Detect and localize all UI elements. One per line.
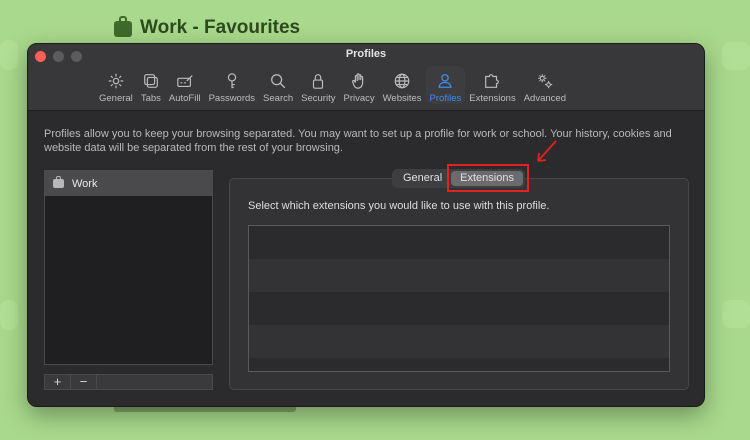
tab-general[interactable]: General: [95, 66, 137, 104]
list-item: [249, 226, 669, 259]
segment-general[interactable]: General: [394, 171, 451, 186]
tab-websites[interactable]: Websites: [379, 66, 426, 104]
tab-advanced-label: Advanced: [523, 93, 566, 104]
search-icon: [271, 74, 286, 89]
tab-extensions[interactable]: Extensions: [465, 66, 519, 104]
tab-security[interactable]: Security: [297, 66, 339, 104]
background-window-title: Work - Favourites: [114, 16, 301, 39]
tab-advanced[interactable]: Advanced: [520, 66, 570, 104]
tab-search-label: Search: [263, 93, 294, 104]
globe-icon: [394, 73, 410, 89]
extensions-prompt: Select which extensions you would like t…: [248, 200, 550, 212]
list-item: [249, 325, 669, 358]
profile-list-footer: + −: [44, 374, 213, 390]
annotation-highlight-box: [447, 164, 529, 192]
puzzle-icon: [485, 74, 500, 88]
gears-icon: [538, 74, 553, 89]
briefcase-icon: [53, 176, 64, 188]
tab-profiles-label: Profiles: [429, 93, 462, 104]
window-title: Profiles: [345, 48, 387, 60]
profiles-window: Profiles General Tabs AutoFill Passwords…: [27, 43, 705, 407]
tab-privacy-label: Privacy: [343, 93, 375, 104]
add-profile-button[interactable]: +: [45, 375, 71, 389]
tab-websites-label: Websites: [382, 93, 422, 104]
key-icon: [227, 73, 236, 89]
tab-autofill[interactable]: AutoFill: [165, 66, 205, 104]
profile-list[interactable]: Work: [44, 170, 213, 365]
tab-passwords[interactable]: Passwords: [205, 66, 259, 104]
profiles-description: Profiles allow you to keep your browsing…: [44, 128, 672, 154]
tab-general-label: General: [99, 93, 133, 104]
titlebar: Profiles General Tabs AutoFill Passwords…: [28, 44, 704, 111]
tabs-icon: [143, 74, 158, 88]
tab-profiles[interactable]: Profiles: [425, 66, 466, 104]
profile-item-work[interactable]: Work: [45, 171, 212, 196]
tab-tabs-label: Tabs: [140, 93, 161, 104]
tab-autofill-label: AutoFill: [168, 93, 201, 104]
tab-extensions-label: Extensions: [469, 93, 516, 104]
tab-search[interactable]: Search: [259, 66, 297, 104]
list-item: [249, 358, 669, 371]
tab-tabs[interactable]: Tabs: [137, 66, 165, 104]
profiles-pane: Profiles allow you to keep your browsing…: [28, 111, 704, 406]
preferences-toolbar: General Tabs AutoFill Passwords Search S…: [95, 66, 570, 104]
briefcase-icon: [114, 16, 132, 37]
background-title-text: Work - Favourites: [140, 17, 301, 38]
list-item: [249, 292, 669, 325]
gear-icon: [108, 73, 124, 89]
tab-security-label: Security: [301, 93, 336, 104]
person-icon: [438, 74, 452, 88]
extensions-list[interactable]: [248, 225, 670, 372]
hand-icon: [352, 73, 364, 89]
tab-passwords-label: Passwords: [208, 93, 256, 104]
annotation-arrow-icon: [537, 140, 557, 162]
list-item: [249, 259, 669, 292]
tab-privacy[interactable]: Privacy: [339, 66, 378, 104]
lock-icon: [313, 74, 324, 89]
autofill-icon: [176, 75, 193, 87]
remove-profile-button[interactable]: −: [71, 375, 97, 389]
profile-name: Work: [72, 177, 98, 190]
